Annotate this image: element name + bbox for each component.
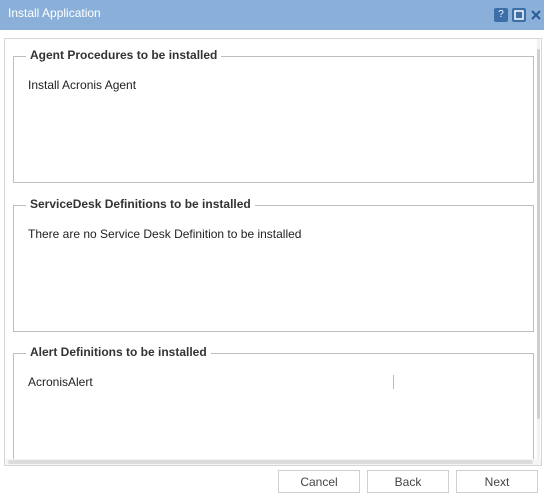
vertical-scrollbar-thumb[interactable]: [537, 49, 540, 419]
alert-definitions-legend: Alert Definitions to be installed: [26, 345, 211, 359]
next-button[interactable]: Next: [456, 470, 538, 493]
alert-definitions-item: AcronisAlert: [28, 375, 93, 389]
maximize-icon[interactable]: [512, 8, 526, 22]
window-controls: ?: [494, 8, 542, 22]
servicedesk-definitions-fieldset: ServiceDesk Definitions to be installed …: [13, 197, 534, 332]
dialog-footer: Cancel Back Next: [0, 464, 544, 499]
help-icon[interactable]: ?: [494, 8, 508, 22]
servicedesk-definitions-legend: ServiceDesk Definitions to be installed: [26, 197, 255, 211]
window-titlebar: Install Application ?: [0, 0, 544, 30]
agent-procedures-legend: Agent Procedures to be installed: [26, 48, 222, 62]
alert-definitions-fieldset: Alert Definitions to be installed Acroni…: [13, 345, 534, 465]
agent-procedures-item: Install Acronis Agent: [28, 78, 137, 92]
agent-procedures-fieldset: Agent Procedures to be installed Install…: [13, 48, 534, 183]
cancel-button[interactable]: Cancel: [278, 470, 360, 493]
close-icon[interactable]: [530, 8, 542, 22]
window-title: Install Application: [8, 6, 101, 20]
text-cursor-icon: [393, 375, 394, 389]
dialog-content: Agent Procedures to be installed Install…: [4, 38, 542, 466]
back-button[interactable]: Back: [367, 470, 449, 493]
servicedesk-definitions-item: There are no Service Desk Definition to …: [28, 227, 302, 241]
vertical-scrollbar[interactable]: [537, 39, 540, 465]
